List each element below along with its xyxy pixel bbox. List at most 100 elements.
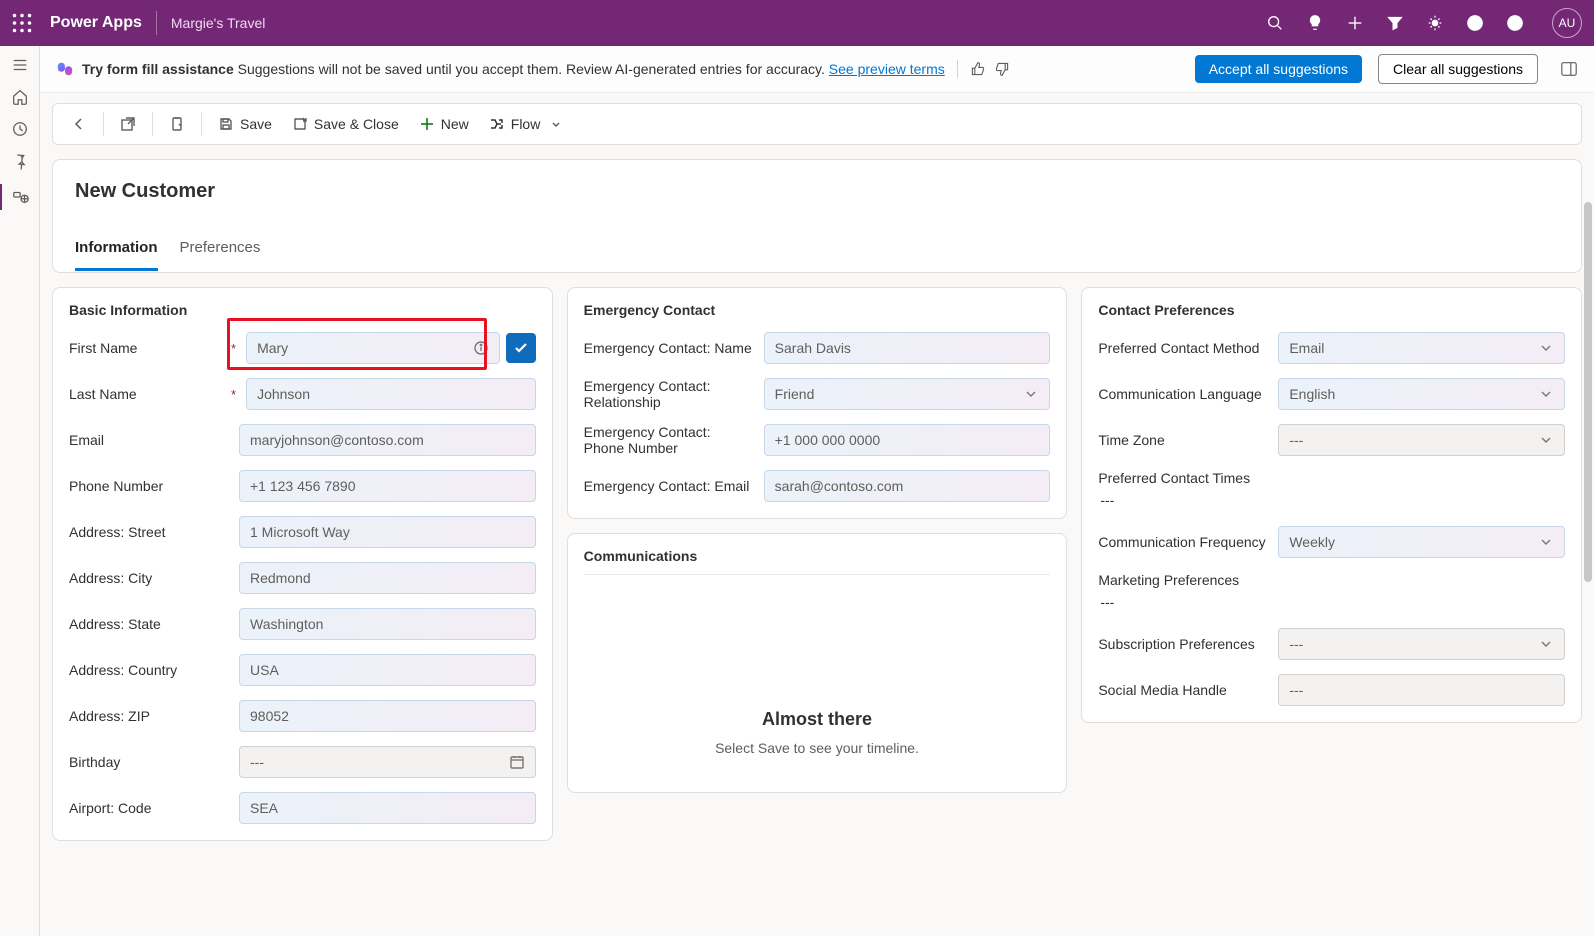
header-separator xyxy=(156,11,157,35)
globe-icon xyxy=(12,188,30,206)
content-area: New Customer Information Preferences Bas… xyxy=(40,145,1594,936)
label-airport: Airport: Code xyxy=(69,800,229,816)
lightbulb-icon[interactable] xyxy=(1306,14,1324,32)
scrollbar-track xyxy=(1584,202,1592,926)
label-subscription: Subscription Preferences xyxy=(1098,636,1268,652)
section-title-basic: Basic Information xyxy=(69,302,536,318)
label-last-name: Last Name xyxy=(69,386,137,402)
street-input[interactable]: 1 Microsoft Way xyxy=(239,516,536,548)
label-marketing: Marketing Preferences xyxy=(1098,572,1565,588)
header-actions: AU xyxy=(1266,8,1582,38)
notification-title: Try form fill assistance xyxy=(82,61,234,77)
timezone-select[interactable]: --- xyxy=(1278,424,1565,456)
scrollbar-thumb[interactable] xyxy=(1584,202,1592,582)
calendar-icon xyxy=(509,754,525,770)
ec-relationship-input[interactable]: Friend xyxy=(764,378,1051,410)
social-input[interactable]: --- xyxy=(1278,674,1565,706)
main-area: Try form fill assistance Suggestions wil… xyxy=(40,46,1594,936)
pin-icon[interactable] xyxy=(11,152,29,170)
label-zip: Address: ZIP xyxy=(69,708,229,724)
save-button[interactable]: Save xyxy=(210,110,280,138)
chevron-down-icon xyxy=(1023,386,1039,402)
label-state: Address: State xyxy=(69,616,229,632)
avatar-initials: AU xyxy=(1559,16,1576,30)
city-input[interactable]: Redmond xyxy=(239,562,536,594)
preview-terms-link[interactable]: See preview terms xyxy=(829,61,945,77)
section-title-preferences: Contact Preferences xyxy=(1098,302,1565,318)
copilot-icon xyxy=(56,60,74,78)
label-country: Address: Country xyxy=(69,662,229,678)
communications-empty-title: Almost there xyxy=(604,709,1031,730)
left-nav-rail xyxy=(0,46,40,936)
notification-text: Try form fill assistance Suggestions wil… xyxy=(82,61,945,77)
last-name-input[interactable]: Johnson xyxy=(246,378,536,410)
chevron-down-icon xyxy=(1538,386,1554,402)
language-select[interactable]: English xyxy=(1278,378,1565,410)
subscription-select[interactable]: --- xyxy=(1278,628,1565,660)
gear-icon[interactable] xyxy=(1426,14,1444,32)
hamburger-icon[interactable] xyxy=(11,56,29,74)
accept-all-button[interactable]: Accept all suggestions xyxy=(1195,55,1362,83)
app-name: Power Apps xyxy=(50,14,142,32)
phone-input[interactable]: +1 123 456 7890 xyxy=(239,470,536,502)
clear-all-button[interactable]: Clear all suggestions xyxy=(1378,54,1538,84)
app-launcher-icon[interactable] xyxy=(1506,14,1524,32)
communications-empty-text: Select Save to see your timeline. xyxy=(604,740,1031,756)
chevron-down-icon xyxy=(1538,340,1554,356)
label-email: Email xyxy=(69,432,229,448)
record-header-card: New Customer Information Preferences xyxy=(52,159,1582,273)
new-button[interactable]: New xyxy=(411,110,477,138)
copilot-panel-icon[interactable] xyxy=(1560,60,1578,78)
state-input[interactable]: Washington xyxy=(239,608,536,640)
save-close-button[interactable]: Save & Close xyxy=(284,110,407,138)
section-title-communications: Communications xyxy=(584,548,1051,575)
first-name-input[interactable]: Mary xyxy=(246,332,500,364)
environment-name[interactable]: Margie's Travel xyxy=(171,15,265,31)
recent-icon[interactable] xyxy=(11,120,29,138)
contact-method-select[interactable]: Email xyxy=(1278,332,1565,364)
tab-information[interactable]: Information xyxy=(75,231,158,271)
zip-input[interactable]: 98052 xyxy=(239,700,536,732)
label-language: Communication Language xyxy=(1098,386,1268,402)
label-phone: Phone Number xyxy=(69,478,229,494)
search-icon[interactable] xyxy=(1266,14,1284,32)
birthday-input[interactable]: --- xyxy=(239,746,536,778)
home-icon[interactable] xyxy=(11,88,29,106)
chevron-down-icon xyxy=(1538,636,1554,652)
help-icon[interactable] xyxy=(1466,14,1484,32)
label-birthday: Birthday xyxy=(69,754,229,770)
back-button[interactable] xyxy=(63,110,95,138)
flow-button[interactable]: Flow xyxy=(481,110,571,138)
label-ec-phone: Emergency Contact: Phone Number xyxy=(584,424,754,456)
airport-input[interactable]: SEA xyxy=(239,792,536,824)
marketing-value: --- xyxy=(1098,594,1565,610)
open-in-new-button[interactable] xyxy=(112,110,144,138)
thumbs-down-icon[interactable] xyxy=(994,61,1010,77)
chevron-down-icon xyxy=(1538,534,1554,550)
contact-times-value: --- xyxy=(1098,492,1565,508)
section-emergency-contact: Emergency Contact Emergency Contact: Nam… xyxy=(567,287,1068,519)
accept-suggestion-button[interactable] xyxy=(506,333,536,363)
label-contact-times: Preferred Contact Times xyxy=(1098,470,1565,486)
country-input[interactable]: USA xyxy=(239,654,536,686)
section-contact-preferences: Contact Preferences Preferred Contact Me… xyxy=(1081,287,1582,723)
thumbs-up-icon[interactable] xyxy=(970,61,986,77)
label-contact-method: Preferred Contact Method xyxy=(1098,340,1268,356)
frequency-select[interactable]: Weekly xyxy=(1278,526,1565,558)
plus-icon[interactable] xyxy=(1346,14,1364,32)
label-frequency: Communication Frequency xyxy=(1098,534,1268,550)
avatar[interactable]: AU xyxy=(1552,8,1582,38)
tab-preferences[interactable]: Preferences xyxy=(180,231,261,271)
waffle-icon[interactable] xyxy=(12,13,32,33)
clipboard-button[interactable] xyxy=(161,110,193,138)
label-ec-name: Emergency Contact: Name xyxy=(584,340,754,356)
email-input[interactable]: maryjohnson@contoso.com xyxy=(239,424,536,456)
ec-name-input[interactable]: Sarah Davis xyxy=(764,332,1051,364)
label-social: Social Media Handle xyxy=(1098,682,1268,698)
ec-phone-input[interactable]: +1 000 000 0000 xyxy=(764,424,1051,456)
filter-icon[interactable] xyxy=(1386,14,1404,32)
ec-email-input[interactable]: sarah@contoso.com xyxy=(764,470,1051,502)
rail-item-active[interactable] xyxy=(0,184,39,210)
label-ec-email: Emergency Contact: Email xyxy=(584,478,754,494)
info-icon[interactable] xyxy=(473,340,489,356)
